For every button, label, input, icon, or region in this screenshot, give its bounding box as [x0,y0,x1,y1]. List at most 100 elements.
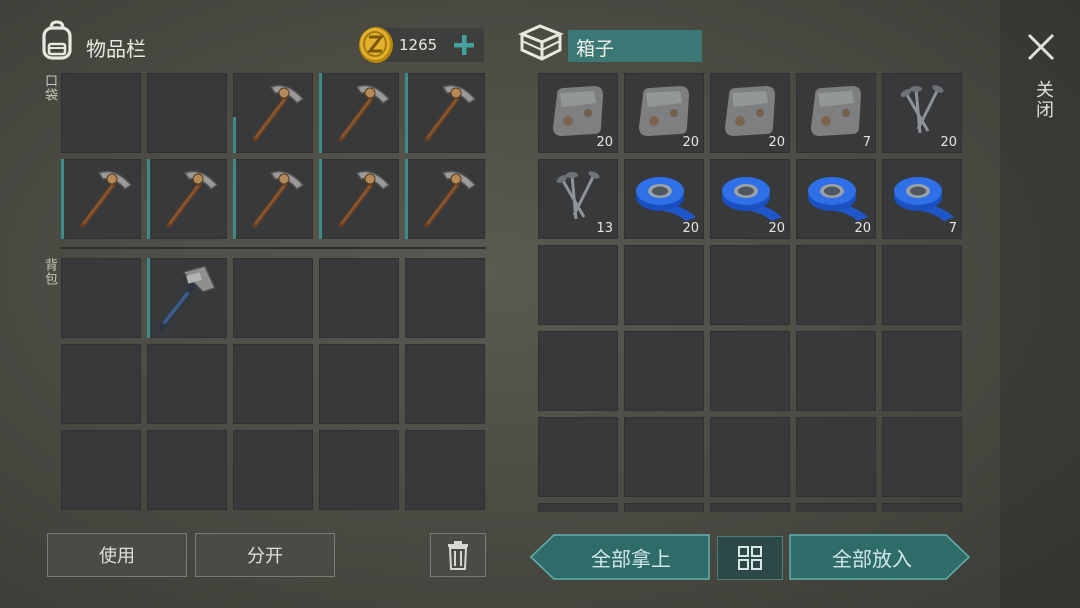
pocket-slot[interactable] [147,73,227,153]
pickaxe-icon [319,159,399,239]
pocket-slot[interactable] [147,159,227,239]
pocket-slot[interactable] [319,159,399,239]
pocket-slot[interactable] [61,159,141,239]
container-slot[interactable]: 20 [882,73,962,153]
container-slot[interactable] [710,245,790,325]
backpack-slot[interactable] [405,430,485,510]
container-slot[interactable] [882,417,962,497]
pickaxe-icon [405,159,485,239]
container-slot[interactable] [538,331,618,411]
backpack-slot[interactable] [319,430,399,510]
durability-bar [61,159,64,239]
item-count: 13 [596,221,613,236]
backpack-icon [42,20,72,60]
backpack-slot[interactable] [233,258,313,338]
container-slot[interactable] [624,503,704,512]
container-slot[interactable] [882,245,962,325]
backpack-slot[interactable] [405,344,485,424]
durability-bar [147,258,150,338]
close-label[interactable]: 关闭 [1030,80,1056,120]
backpack-slot[interactable] [405,258,485,338]
backpack-slot[interactable] [319,344,399,424]
container-slot[interactable]: 20 [796,159,876,239]
item-count: 20 [768,221,785,236]
pocket-slot[interactable] [233,159,313,239]
backpack-slot[interactable] [233,430,313,510]
trash-icon [448,541,468,570]
use-button[interactable]: 使用 [47,533,187,577]
container-slot[interactable] [624,417,704,497]
container-slot[interactable] [710,417,790,497]
durability-bar [405,159,408,239]
container-name: 箱子 [576,38,615,60]
item-count: 7 [948,221,957,236]
inventory-title: 物品栏 [86,37,146,61]
put-all-button[interactable]: 全部放入 [792,534,952,580]
container-slot[interactable] [796,417,876,497]
pocket-label: 口袋 [42,74,57,102]
take-all-button[interactable]: 全部拿上 [556,534,706,580]
pickaxe-icon [61,159,141,239]
item-count: 20 [682,221,699,236]
sort-button[interactable] [717,536,783,580]
container-slot[interactable] [796,245,876,325]
item-count: 20 [596,135,613,150]
hammer-icon [147,258,227,338]
pocket-slot[interactable] [61,73,141,153]
pocket-slot[interactable] [319,73,399,153]
container-slot[interactable]: 20 [624,159,704,239]
close-button[interactable] [1026,32,1056,62]
container-slot[interactable]: 20 [624,73,704,153]
container-name-field[interactable]: 箱子 [568,30,702,62]
item-count: 20 [854,221,871,236]
container-slot[interactable]: 20 [538,73,618,153]
pocket-slot[interactable] [405,73,485,153]
container-slot[interactable] [538,245,618,325]
durability-bar [233,159,236,239]
container-slot[interactable]: 7 [796,73,876,153]
container-slot[interactable] [710,503,790,512]
pickaxe-icon [233,159,313,239]
container-slot[interactable] [710,331,790,411]
pickaxe-icon [147,159,227,239]
container-slot[interactable]: 20 [710,159,790,239]
backpack-slot[interactable] [147,344,227,424]
item-count: 20 [768,135,785,150]
container-slot[interactable] [538,503,618,512]
pocket-slot[interactable] [405,159,485,239]
add-currency-button[interactable] [452,33,476,57]
durability-bar [147,159,150,239]
coin-icon [359,27,393,63]
container-slot[interactable] [796,503,876,512]
pocket-slot[interactable] [233,73,313,153]
backpack-slot[interactable] [61,430,141,510]
durability-bar [319,73,322,153]
split-button[interactable]: 分开 [195,533,335,577]
item-count: 7 [862,135,871,150]
container-slot[interactable]: 13 [538,159,618,239]
container-slot[interactable] [624,245,704,325]
currency-amount: 1265 [399,36,438,54]
trash-button[interactable] [430,533,486,577]
backpack-slot[interactable] [147,430,227,510]
durability-bar [405,73,408,153]
pickaxe-icon [233,73,313,153]
backpack-slot[interactable] [319,258,399,338]
container-grid: 20 20 20 7 20 13 20 20 20 7 [538,72,964,512]
container-slot[interactable] [882,503,962,512]
backpack-slot[interactable] [233,344,313,424]
backpack-slot[interactable] [147,258,227,338]
container-slot[interactable] [796,331,876,411]
pickaxe-icon [405,73,485,153]
container-slot[interactable]: 7 [882,159,962,239]
durability-bar [319,159,322,239]
container-slot[interactable]: 20 [710,73,790,153]
backpack-slot[interactable] [61,344,141,424]
container-slot[interactable] [882,331,962,411]
container-slot[interactable] [538,417,618,497]
backpack-slot[interactable] [61,258,141,338]
container-slot[interactable] [624,331,704,411]
item-count: 20 [682,135,699,150]
pickaxe-icon [319,73,399,153]
crate-icon [518,24,564,61]
